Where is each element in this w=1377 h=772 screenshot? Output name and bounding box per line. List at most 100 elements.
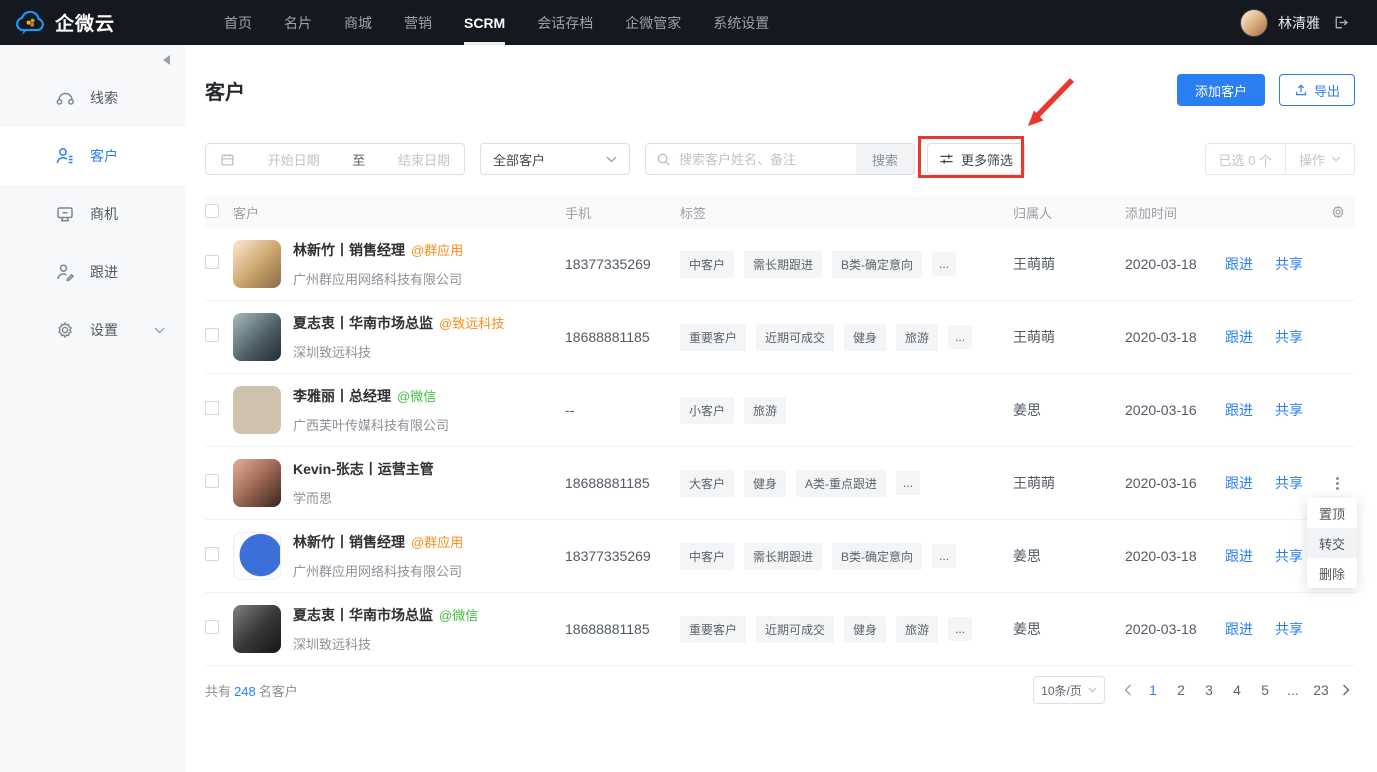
customer-type-select[interactable]: 全部客户: [480, 143, 630, 175]
tag-more-chip[interactable]: ...: [896, 471, 920, 495]
user-avatar[interactable]: [1240, 9, 1268, 37]
share-link[interactable]: 共享: [1275, 327, 1303, 347]
prev-page-icon[interactable]: [1119, 681, 1137, 699]
user-name[interactable]: 林清雅: [1278, 13, 1320, 33]
app-root: 企微云 首页 名片 商城 营销 SCRM 会话存档 企微管家 系统设置 林清雅: [0, 0, 1377, 772]
select-all-checkbox[interactable]: [205, 204, 219, 218]
customer-tags: 小客户 旅游: [680, 397, 1013, 424]
tag-more-chip[interactable]: ...: [948, 325, 972, 349]
customer-avatar: [233, 532, 281, 580]
context-menu-item-delete[interactable]: 删除: [1307, 558, 1357, 588]
header-actions: 添加客户 导出: [1177, 74, 1355, 106]
top-menu-item-scrm[interactable]: SCRM: [464, 0, 505, 45]
next-page-icon[interactable]: [1337, 681, 1355, 699]
customer-owner: 姜思: [1013, 400, 1125, 420]
customer-avatar: [233, 240, 281, 288]
follow-link[interactable]: 跟进: [1225, 327, 1253, 347]
column-settings-gear-icon[interactable]: [1320, 204, 1355, 220]
sidebar-item-opportunities[interactable]: 商机: [0, 185, 185, 243]
follow-link[interactable]: 跟进: [1225, 400, 1253, 420]
tag-more-chip[interactable]: ...: [932, 252, 956, 276]
row-checkbox[interactable]: [205, 474, 219, 488]
customer-company: 深圳致远科技: [293, 342, 504, 361]
page-number[interactable]: 23: [1309, 679, 1333, 701]
sidebar-item-label: 线索: [90, 88, 118, 108]
customer-name[interactable]: 林新竹丨销售经理@群应用: [293, 240, 463, 260]
tag-chip: 健身: [844, 616, 886, 643]
date-range-picker[interactable]: 开始日期 至 结束日期: [205, 143, 465, 175]
follow-link[interactable]: 跟进: [1225, 619, 1253, 639]
chevron-down-icon: [1088, 687, 1097, 693]
top-menu-item-marketing[interactable]: 营销: [404, 0, 432, 45]
export-upload-icon: [1294, 83, 1308, 97]
row-more-menu-icon[interactable]: [1332, 473, 1343, 494]
sidebar-collapse-icon[interactable]: [163, 55, 170, 65]
page-size-select[interactable]: 10条/页: [1033, 676, 1105, 704]
customer-name[interactable]: 夏志衷丨华南市场总监@微信: [293, 605, 478, 625]
export-button[interactable]: 导出: [1279, 74, 1355, 106]
tag-chip: 旅游: [896, 324, 938, 351]
page-number[interactable]: 1: [1141, 679, 1165, 701]
follow-ups-icon: [55, 262, 75, 282]
column-owner: 归属人: [1013, 203, 1125, 222]
top-menu-item-system-settings[interactable]: 系统设置: [713, 0, 769, 45]
row-checkbox[interactable]: [205, 547, 219, 561]
date-end-placeholder: 结束日期: [398, 150, 450, 169]
tag-chip: 重要客户: [680, 324, 746, 351]
top-menu-item-business-card[interactable]: 名片: [284, 0, 312, 45]
tag-chip: 大客户: [680, 470, 734, 497]
page-ellipsis[interactable]: ...: [1281, 679, 1305, 701]
page-number[interactable]: 3: [1197, 679, 1221, 701]
filter-bar: 开始日期 至 结束日期 全部客户: [205, 143, 1355, 175]
context-menu-item-pin-top[interactable]: 置顶: [1307, 498, 1357, 528]
share-link[interactable]: 共享: [1275, 619, 1303, 639]
page-number[interactable]: 5: [1253, 679, 1277, 701]
chevron-down-icon: [1331, 156, 1341, 162]
tag-chip: 旅游: [744, 397, 786, 424]
share-link[interactable]: 共享: [1275, 254, 1303, 274]
share-link[interactable]: 共享: [1275, 546, 1303, 566]
customer-tags: 重要客户 近期可成交 健身 旅游 ...: [680, 324, 1013, 351]
customer-name[interactable]: Kevin-张志丨运营主管: [293, 459, 434, 479]
date-start-placeholder: 开始日期: [268, 150, 320, 169]
brand-name: 企微云: [55, 9, 115, 36]
tag-more-chip[interactable]: ...: [948, 617, 972, 641]
tag-more-chip[interactable]: ...: [932, 544, 956, 568]
more-filters-button[interactable]: 更多筛选: [927, 143, 1025, 175]
row-checkbox[interactable]: [205, 401, 219, 415]
tag-chip: 近期可成交: [756, 324, 834, 351]
customer-name[interactable]: 李雅丽丨总经理@微信: [293, 386, 449, 406]
customer-name[interactable]: 夏志衷丨华南市场总监@致远科技: [293, 313, 504, 333]
share-link[interactable]: 共享: [1275, 473, 1303, 493]
row-checkbox[interactable]: [205, 255, 219, 269]
add-customer-button[interactable]: 添加客户: [1177, 74, 1265, 106]
customer-tags: 大客户 健身 A类-重点跟进 ...: [680, 470, 1013, 497]
actions-dropdown[interactable]: 操作: [1285, 144, 1354, 174]
search-input[interactable]: [671, 144, 856, 174]
customer-name[interactable]: 林新竹丨销售经理@群应用: [293, 532, 463, 552]
brand[interactable]: 企微云: [16, 9, 224, 37]
top-menu-item-mall[interactable]: 商城: [344, 0, 372, 45]
row-checkbox[interactable]: [205, 620, 219, 634]
sidebar-item-customers[interactable]: 客户: [0, 127, 185, 185]
follow-link[interactable]: 跟进: [1225, 254, 1253, 274]
page-number[interactable]: 2: [1169, 679, 1193, 701]
search-icon: [656, 152, 671, 167]
sidebar-item-follow-ups[interactable]: 跟进: [0, 243, 185, 301]
sidebar-item-leads[interactable]: 线索: [0, 69, 185, 127]
follow-link[interactable]: 跟进: [1225, 546, 1253, 566]
share-link[interactable]: 共享: [1275, 400, 1303, 420]
row-checkbox[interactable]: [205, 328, 219, 342]
page-number[interactable]: 4: [1225, 679, 1249, 701]
customer-avatar: [233, 313, 281, 361]
search-button[interactable]: 搜索: [856, 144, 914, 174]
user-area: 林清雅: [1240, 9, 1349, 37]
top-menu-item-wework-manager[interactable]: 企微管家: [625, 0, 681, 45]
context-menu-item-transfer[interactable]: 转交: [1307, 528, 1357, 558]
follow-link[interactable]: 跟进: [1225, 473, 1253, 493]
customer-avatar: [233, 459, 281, 507]
top-menu-item-home[interactable]: 首页: [224, 0, 252, 45]
top-menu-item-chat-archive[interactable]: 会话存档: [537, 0, 593, 45]
logout-icon[interactable]: [1332, 14, 1349, 31]
sidebar-item-settings[interactable]: 设置: [0, 301, 185, 359]
